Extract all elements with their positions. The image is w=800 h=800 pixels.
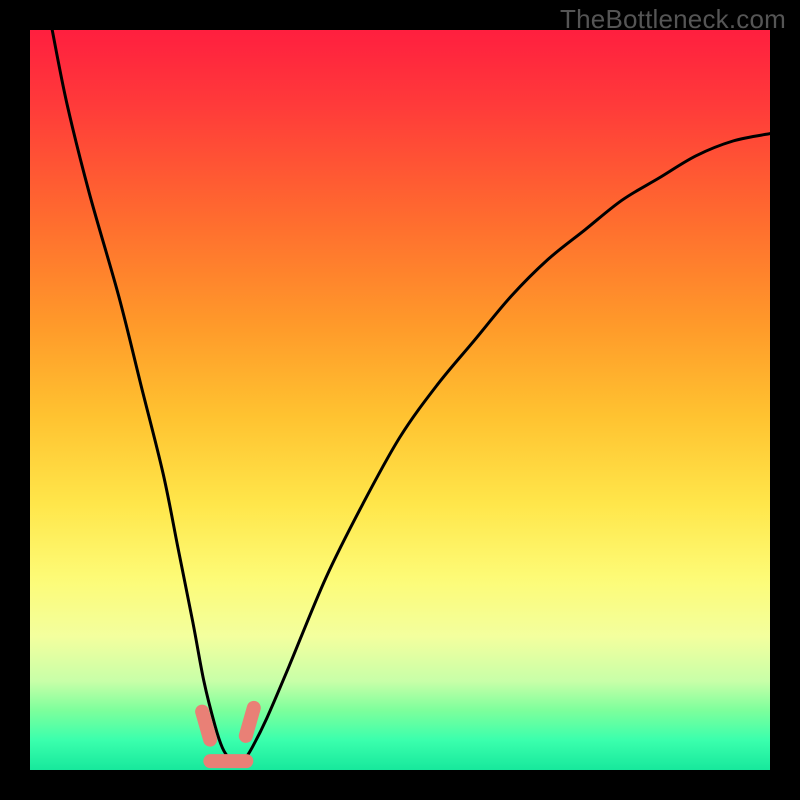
plot-area	[30, 30, 770, 770]
marker-left	[202, 712, 210, 740]
chart-frame: TheBottleneck.com	[0, 0, 800, 800]
bottleneck-curve	[52, 30, 770, 763]
marker-right	[246, 708, 254, 736]
curve-svg	[30, 30, 770, 770]
curve-markers	[202, 708, 254, 761]
